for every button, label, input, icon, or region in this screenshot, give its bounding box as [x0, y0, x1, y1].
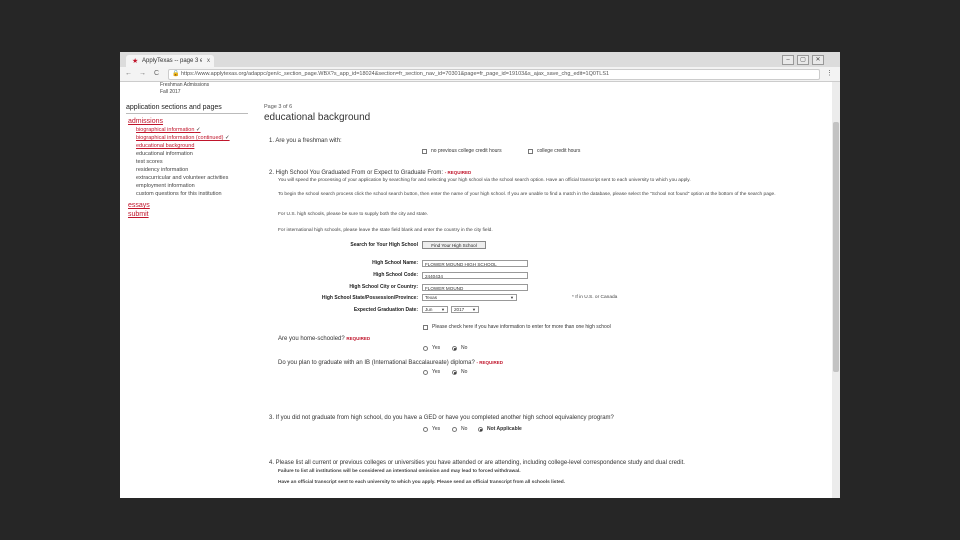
tab-title: ApplyTexas -- page 3 ed...	[142, 58, 202, 64]
ged-no-radio[interactable]	[452, 427, 457, 432]
hs-name-input[interactable]: FLOWER MOUND HIGH SCHOOL	[422, 260, 528, 267]
chevron-down-icon: ▼	[510, 295, 514, 300]
ib-yes-radio[interactable]	[423, 370, 428, 375]
page-title: educational background	[264, 112, 371, 123]
sidebar-item-educational-information[interactable]: educational information	[136, 151, 193, 158]
back-icon[interactable]: ←	[124, 69, 133, 78]
hs-code-input[interactable]: 2440434	[422, 272, 528, 279]
required-badge: - REQUIRED	[476, 360, 503, 365]
omission-warning: Failure to list all institutions will be…	[278, 469, 521, 474]
grad-year-select[interactable]: 2017 ▼	[451, 306, 479, 313]
credit-hours-label: college credit hours	[537, 148, 581, 154]
ged-yes-radio[interactable]	[423, 427, 428, 432]
tab-applytexas[interactable]: ★ ApplyTexas -- page 3 ed... x	[126, 55, 214, 67]
window-minimize-button[interactable]: –	[782, 55, 794, 65]
required-badge: - REQUIRED	[444, 170, 472, 175]
question-2-text: 2. High School You Graduated From or Exp…	[269, 169, 471, 177]
find-high-school-button[interactable]: Find Your High School	[422, 241, 486, 249]
grad-month-select[interactable]: Jun ▼	[422, 306, 448, 313]
hs-instructions-4: For international high schools, please l…	[278, 228, 493, 233]
ib-question: Do you plan to graduate with an IB (Inte…	[278, 359, 503, 367]
ib-no-label: No	[461, 369, 468, 375]
sidebar-item-extracurricular[interactable]: extracurricular and volunteer activities	[136, 175, 228, 182]
ged-na-label: Not Applicable	[487, 426, 522, 432]
page-label: Page 3 of 6	[264, 104, 293, 110]
ged-na-radio[interactable]	[478, 427, 483, 432]
sidebar-section-essays[interactable]: essays	[128, 202, 150, 209]
sidebar-item-residency[interactable]: residency information	[136, 167, 188, 174]
more-high-schools-label: Please check here if you have informatio…	[432, 324, 611, 330]
question-1-text: 1. Are you a freshman with:	[269, 138, 342, 144]
homeschool-yes-label: Yes	[432, 345, 441, 351]
search-hs-label: Search for Your High School	[350, 242, 418, 248]
homeschool-no-label: No	[461, 345, 468, 351]
sidebar-item-educational-background[interactable]: educational background	[136, 143, 194, 150]
no-credit-hours-checkbox[interactable]	[422, 149, 427, 154]
ib-question-label: Do you plan to graduate with an IB (Inte…	[278, 360, 475, 366]
more-high-schools-checkbox[interactable]	[423, 325, 428, 330]
required-badge: REQUIRED	[346, 336, 371, 341]
homeschool-question: Are you home-schooled? REQUIRED	[278, 335, 370, 343]
sidebar-item-employment[interactable]: employment information	[136, 183, 195, 190]
check-icon: ✓	[195, 127, 201, 133]
forward-icon[interactable]: →	[138, 69, 147, 78]
hs-city-input[interactable]: FLOWER MOUND	[422, 284, 528, 291]
address-bar: ← → C 🔒 https://www.applytexas.org/adapp…	[120, 67, 840, 82]
browser-window: ★ ApplyTexas -- page 3 ed... x – ▢ ✕ ← →…	[120, 52, 840, 498]
sidebar-heading: application sections and pages	[126, 104, 222, 111]
page-scrollbar[interactable]	[832, 82, 840, 498]
tab-close-icon[interactable]: x	[207, 55, 210, 67]
sidebar-section-admissions[interactable]: admissions	[128, 118, 163, 125]
scrollbar-thumb[interactable]	[833, 122, 839, 372]
hs-instructions-3: For U.S. high schools, please be sure to…	[278, 212, 429, 217]
reload-icon[interactable]: C	[152, 69, 161, 78]
homeschool-yes-radio[interactable]	[423, 346, 428, 351]
sidebar-item-test-scores[interactable]: test scores	[136, 159, 163, 166]
ib-yes-label: Yes	[432, 369, 441, 375]
ged-yes-label: Yes	[432, 426, 441, 432]
sidebar-item-biographical-continued[interactable]: biographical information (continued) ✓	[136, 135, 230, 142]
question-2-label: 2. High School You Graduated From or Exp…	[269, 170, 444, 176]
page-content: Freshman Admissions Fall 2017 applicatio…	[120, 82, 832, 498]
hs-state-label: High School State/Possession/Province:	[321, 295, 418, 301]
lock-icon: 🔒	[172, 71, 180, 77]
ib-no-radio[interactable]	[452, 370, 457, 375]
chevron-down-icon: ▼	[472, 307, 476, 312]
state-note: * If in U.S. or Canada	[572, 295, 618, 300]
question-3-text: 3. If you did not graduate from high sch…	[269, 415, 614, 421]
hs-state-select[interactable]: Texas ▼	[422, 294, 517, 301]
homeschool-no-radio[interactable]	[452, 346, 457, 351]
grad-month-value: Jun	[425, 307, 433, 312]
sidebar-divider	[126, 113, 248, 114]
hs-city-label: High School City or Country:	[349, 284, 418, 290]
no-credit-hours-label: no previous college credit hours	[431, 148, 502, 154]
url-text: https://www.applytexas.org/adappc/gen/c_…	[181, 71, 610, 77]
hs-code-label: High School Code:	[373, 272, 418, 278]
tab-bar: ★ ApplyTexas -- page 3 ed... x – ▢ ✕	[120, 52, 840, 67]
credit-hours-checkbox[interactable]	[528, 149, 533, 154]
sidebar-item-custom-questions[interactable]: custom questions for this institution	[136, 191, 222, 198]
sidebar-item-biographical[interactable]: biographical information ✓	[136, 127, 201, 134]
window-close-button[interactable]: ✕	[812, 55, 824, 65]
grad-year-value: 2017	[454, 307, 465, 312]
hs-instructions-1: You will speed the processing of your ap…	[278, 178, 691, 183]
check-icon: ✓	[224, 135, 230, 141]
homeschool-question-label: Are you home-schooled?	[278, 336, 345, 342]
sidebar-item-label: biographical information (continued)	[136, 135, 224, 141]
chevron-down-icon: ▼	[441, 307, 445, 312]
sidebar-section-submit[interactable]: submit	[128, 211, 149, 218]
program-name: Freshman Admissions	[160, 82, 210, 88]
grad-date-label: Expected Graduation Date:	[353, 307, 418, 313]
question-4-text: 4. Please list all current or previous c…	[269, 460, 685, 466]
ged-no-label: No	[461, 426, 468, 432]
hs-name-label: High School Name:	[372, 260, 418, 266]
term-name: Fall 2017	[160, 89, 181, 95]
hs-instructions-2: To begin the school search process click…	[278, 192, 776, 197]
window-maximize-button[interactable]: ▢	[797, 55, 809, 65]
browser-menu-icon[interactable]: ⋮	[826, 69, 833, 78]
url-input[interactable]: 🔒 https://www.applytexas.org/adappc/gen/…	[168, 69, 820, 80]
transcript-note: Have an official transcript sent to each…	[278, 480, 566, 485]
sidebar-item-label: biographical information	[136, 127, 195, 133]
hs-state-value: Texas	[425, 295, 437, 300]
